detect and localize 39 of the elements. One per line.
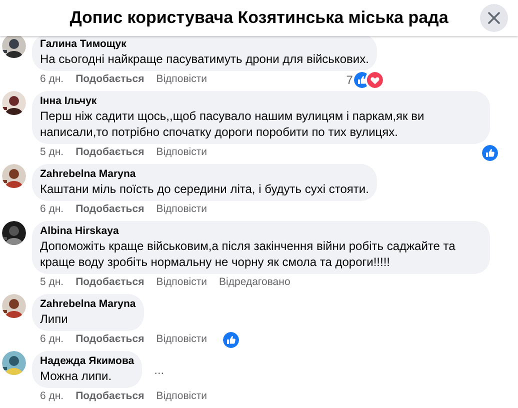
like-link[interactable]: Подобається: [76, 202, 144, 218]
comment-time[interactable]: 6 дн.: [40, 332, 64, 348]
comment-text: Липи: [40, 311, 68, 327]
dialog-title: Допис користувача Козятинська міська рада: [70, 7, 448, 30]
more-options-button[interactable]: ...: [154, 360, 164, 378]
comment-author[interactable]: Інна Ільчук: [40, 95, 97, 108]
edited-label: Відредаговано: [219, 275, 290, 290]
comment-time[interactable]: 6 дн.: [40, 202, 64, 218]
comment-time[interactable]: 5 дн.: [40, 145, 64, 161]
comment-text: На сьогодні найкраще пасуватимуть дрони для військових.: [40, 51, 369, 67]
like-icon: [354, 72, 370, 88]
reply-link[interactable]: Відповісти: [156, 145, 208, 161]
reply-link[interactable]: Відповісти: [156, 72, 208, 88]
comment-author[interactable]: Надежда Якимова: [40, 355, 134, 368]
like-link[interactable]: Подобається: [76, 332, 144, 348]
comment-time[interactable]: 6 дн.: [40, 389, 64, 405]
reply-link[interactable]: Відповісти: [156, 389, 208, 405]
reply-link[interactable]: Відповісти: [156, 275, 208, 291]
like-link[interactable]: Подобається: [76, 389, 144, 405]
close-button[interactable]: [480, 4, 508, 32]
like-link[interactable]: Подобається: [76, 72, 144, 88]
comment-text: Допоможіть краще військовим,а після закінчення війни робіть саджайте та краще воду зробіть нормальну не чорну як смола та дороги!!!!!: [40, 238, 456, 270]
comment-text: Перш ніж садити щось,,щоб пасувало нашим вулицям і паркам,як ви написали,то потрібно спочатку дороги поробити по тих вулицях.: [40, 108, 426, 140]
reply-link[interactable]: Відповісти: [156, 332, 208, 348]
reaction-count[interactable]: 7: [346, 71, 353, 89]
comment-author[interactable]: Zahrebelna Maryna: [40, 168, 136, 181]
comment-time[interactable]: 5 дн.: [40, 275, 64, 291]
comment-text: Можна липи.: [40, 368, 112, 384]
like-icon: [223, 332, 240, 348]
comment-time[interactable]: 6 дн.: [40, 72, 64, 88]
like-link[interactable]: Подобається: [76, 275, 144, 291]
comment-author[interactable]: Albina Hirskaya: [40, 225, 119, 238]
heart-icon: [366, 72, 383, 88]
like-link[interactable]: Подобається: [76, 145, 144, 161]
comment-text: Каштани міль поїсть до середини літа, і будуть сухі стояти.: [40, 181, 369, 197]
comment-author[interactable]: Галина Тимощук: [40, 38, 126, 51]
close-icon: [488, 12, 500, 24]
reply-link[interactable]: Відповісти: [156, 202, 208, 218]
comment-author[interactable]: Zahrebelna Maryna: [40, 298, 136, 311]
